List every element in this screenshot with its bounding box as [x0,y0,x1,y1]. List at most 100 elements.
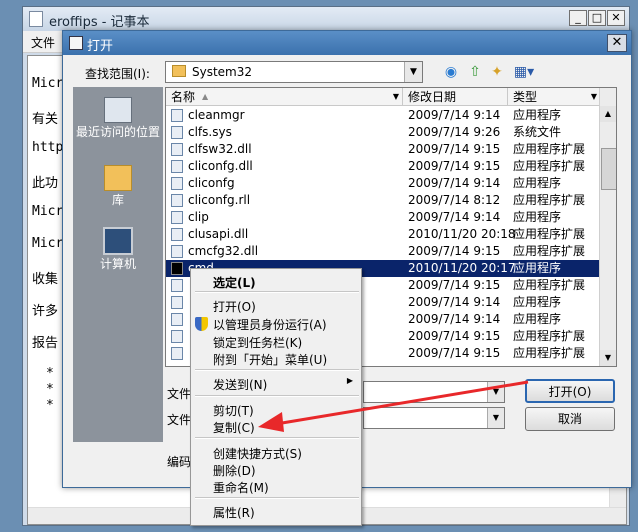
file-icon [171,296,183,309]
submenu-arrow-icon: ▶ [346,376,353,385]
file-type: 应用程序扩展 [513,278,586,292]
menu-item-run-as-admin[interactable]: 以管理员身份运行(A) [213,316,327,333]
column-type-label: 类型 [513,90,538,104]
menu-separator [195,369,359,371]
menu-item-send-to[interactable]: 发送到(N) [213,376,267,393]
file-icon [171,194,183,207]
recent-places-icon [104,97,132,123]
file-icon [171,313,183,326]
menu-item-rename[interactable]: 重命名(M) [213,479,269,496]
minimize-icon[interactable]: _ [569,10,587,26]
back-icon[interactable]: ◉ [441,63,461,81]
column-header-date[interactable]: 修改日期 [403,88,508,106]
file-type: 系统文件 [513,125,562,139]
chevron-down-icon[interactable]: ▼ [404,62,422,82]
file-name-input[interactable]: ▼ [363,381,505,403]
open-button[interactable]: 打开(O) [525,379,615,403]
scroll-up-icon[interactable]: ▲ [600,106,616,122]
look-in-dropdown[interactable]: System32 ▼ [165,61,423,83]
chevron-down-icon[interactable]: ▼ [487,382,504,402]
file-date: 2009/7/14 9:15 [408,329,501,343]
text-line: 收集 [32,272,59,287]
column-date-label: 修改日期 [408,90,457,104]
maximize-icon[interactable]: □ [588,10,606,26]
file-row[interactable]: cleanmgr 2009/7/14 9:14 应用程序 [166,107,600,124]
menu-separator [195,395,359,397]
new-folder-icon[interactable]: ✦ [487,63,507,81]
text-line: Micr [32,236,64,251]
chevron-down-icon[interactable]: ▼ [487,408,504,428]
up-folder-icon[interactable]: ⇧ [465,63,485,81]
file-date: 2010/11/20 20:17 [408,261,516,275]
place-recent[interactable]: 最近访问的位置 [73,97,163,139]
place-libraries[interactable]: 库 [73,165,163,207]
chevron-down-icon[interactable]: ▼ [591,88,597,106]
text-line: 此功 [32,176,59,191]
text-line: * [46,366,54,381]
cancel-button[interactable]: 取消 [525,407,615,431]
file-icon [171,279,183,292]
file-date: 2010/11/20 20:18 [408,227,516,241]
close-icon[interactable]: ✕ [607,10,625,26]
file-type: 应用程序 [513,210,562,224]
file-row[interactable]: cliconfg.dll 2009/7/14 9:15 应用程序扩展 [166,158,600,175]
file-icon [171,109,183,122]
file-date: 2009/7/14 8:12 [408,193,501,207]
menu-item-open[interactable]: 打开(O) [213,298,256,315]
column-header-name[interactable]: 名称 ▲ ▼ [166,88,403,106]
menu-file[interactable]: 文件 [31,34,55,51]
dialog-title-bar[interactable]: 打开 ✕ [63,31,631,55]
menu-item-cut[interactable]: 剪切(T) [213,402,254,419]
file-type: 应用程序扩展 [513,329,586,343]
file-name: cliconfg.dll [188,159,253,173]
column-name-label: 名称 [171,90,196,104]
file-row[interactable]: cliconfg 2009/7/14 9:14 应用程序 [166,175,600,192]
file-name: cleanmgr [188,108,245,122]
file-date: 2009/7/14 9:14 [408,210,501,224]
menu-item-properties[interactable]: 属性(R) [213,504,255,521]
file-list-scrollbar[interactable]: ▲ ▼ [599,88,616,366]
dialog-close-icon[interactable]: ✕ [607,34,627,52]
menu-item-copy[interactable]: 复制(C) [213,419,255,436]
file-icon [171,330,183,343]
folder-icon [172,65,186,77]
place-computer[interactable]: 计算机 [73,227,163,271]
file-type: 应用程序扩展 [513,142,586,156]
file-type: 应用程序 [513,312,562,326]
file-date: 2009/7/14 9:14 [408,295,501,309]
file-name: clusapi.dll [188,227,249,241]
places-bar: 最近访问的位置 库 计算机 [73,87,163,442]
file-row[interactable]: cliconfg.rll 2009/7/14 8:12 应用程序扩展 [166,192,600,209]
menu-item-pin-taskbar[interactable]: 锁定到任务栏(K) [213,334,302,351]
file-icon [171,160,183,173]
scrollbar-thumb[interactable] [601,148,616,190]
text-line: http [32,140,64,155]
computer-icon [103,227,133,255]
file-type: 应用程序 [513,295,562,309]
notepad-title-bar[interactable]: eroffips - 记事本 _ □ ✕ [23,7,629,31]
file-row[interactable]: cmcfg32.dll 2009/7/14 9:15 应用程序扩展 [166,243,600,260]
file-row[interactable]: clusapi.dll 2010/11/20 20:18 应用程序扩展 [166,226,600,243]
file-icon [171,262,183,275]
file-type-select[interactable]: ▼ [363,407,505,429]
file-row[interactable]: clfs.sys 2009/7/14 9:26 系统文件 [166,124,600,141]
look-in-value: System32 [192,65,253,79]
file-row[interactable]: clfsw32.dll 2009/7/14 9:15 应用程序扩展 [166,141,600,158]
file-name: cliconfg.rll [188,193,251,207]
file-type: 应用程序扩展 [513,244,586,258]
menu-item-create-shortcut[interactable]: 创建快捷方式(S) [213,445,302,462]
file-date: 2009/7/14 9:15 [408,278,501,292]
menu-item-pin-start[interactable]: 附到「开始」菜单(U) [213,351,327,368]
menu-item-delete[interactable]: 删除(D) [213,462,256,479]
file-date: 2009/7/14 9:26 [408,125,501,139]
menu-item-select[interactable]: 选定(L) [213,274,256,291]
column-header-type[interactable]: 类型 ▼ [508,88,600,106]
chevron-down-icon[interactable]: ▼ [393,88,399,106]
file-row[interactable]: clip 2009/7/14 9:14 应用程序 [166,209,600,226]
menu-separator [195,291,359,293]
place-label: 库 [111,193,124,207]
scroll-down-icon[interactable]: ▼ [600,350,616,366]
view-menu-icon[interactable]: ▦▾ [511,63,537,81]
file-type: 应用程序扩展 [513,193,586,207]
file-date: 2009/7/14 9:14 [408,108,501,122]
